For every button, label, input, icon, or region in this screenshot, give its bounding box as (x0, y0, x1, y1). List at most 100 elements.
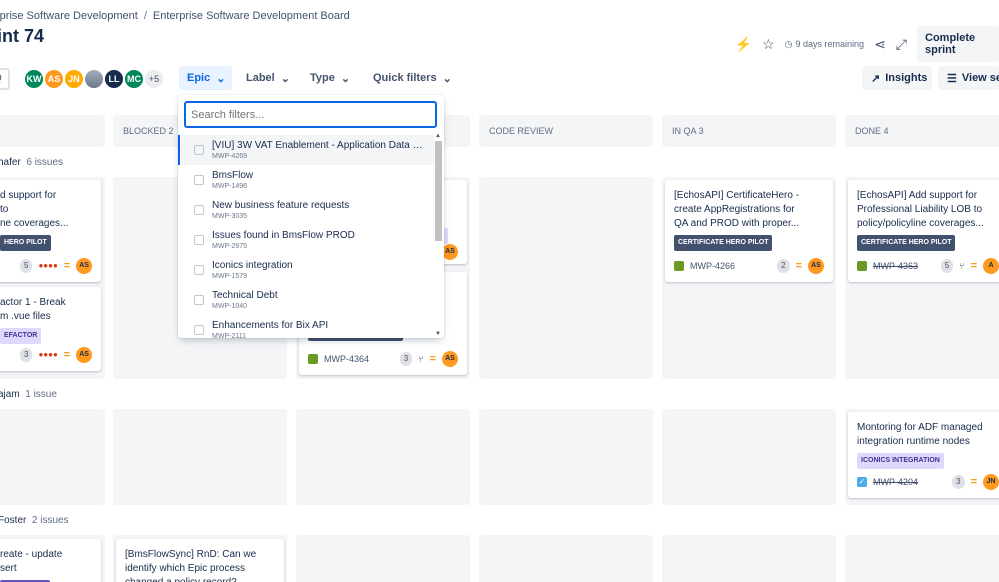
chevron-down-icon: ⌄ (216, 72, 226, 85)
story-icon (857, 261, 867, 271)
scroll-down-icon[interactable]: ▼ (435, 331, 441, 337)
task-icon: ✓ (857, 477, 867, 487)
lightning-icon[interactable]: ⚡ (735, 36, 752, 53)
type-filter[interactable]: Type ⌄ (302, 66, 358, 90)
board-cell (296, 409, 470, 505)
complete-sprint-button[interactable]: Complete sprint (917, 26, 999, 62)
avatar[interactable]: KW (23, 68, 45, 90)
card-title: d support for to ne coverages... (0, 190, 69, 229)
epic-option-key: MWP-1040 (212, 303, 248, 310)
view-settings-button[interactable]: ☰ View set (938, 66, 999, 90)
issue-card[interactable]: Montoring for ADF managed integration ru… (848, 412, 999, 498)
issue-card[interactable]: reate - update sert (0, 539, 101, 582)
epic-option-key: MWP-1579 (212, 273, 248, 280)
epic-tag: ICONICS INTEGRATION (857, 453, 944, 469)
epic-option-text: BmsFlow MWP-1496 (212, 169, 253, 191)
column-header-in-qa: IN QA 3 (662, 115, 836, 147)
epic-option-name: New business feature requests (212, 200, 350, 211)
checkbox[interactable] (194, 325, 204, 335)
checkbox[interactable] (194, 235, 204, 245)
avatar[interactable]: JN (983, 474, 999, 490)
star-icon[interactable]: ☆ (762, 36, 775, 53)
issue-card[interactable]: d support for to ne coverages... HERO PI… (0, 180, 101, 282)
epic-option-name: Technical Debt (212, 290, 278, 301)
search-filters-input[interactable] (184, 101, 437, 128)
story-points: 2 (777, 259, 790, 273)
clock-icon: ◷ (784, 38, 793, 49)
priority-dots-icon: ●●●● (38, 350, 58, 359)
epic-option-key: MWP-2975 (212, 243, 248, 250)
issue-card[interactable]: [EchosAPI] CertificateHero - create AppR… (665, 180, 833, 282)
issue-key[interactable]: MWP-4363 (873, 259, 918, 273)
story-points: 3 (20, 348, 33, 362)
priority-medium-icon: = (795, 260, 802, 272)
view-settings-label: View set (961, 72, 999, 84)
avatar[interactable]: LL (103, 68, 125, 90)
avatar[interactable]: AS (442, 351, 458, 367)
avatar[interactable] (83, 68, 105, 90)
breadcrumb: rprise Software Development / Enterprise S… (0, 10, 350, 22)
issue-key[interactable]: MWP-4364 (324, 352, 369, 366)
issue-card[interactable]: [BmsFlowSync] RnD: Can we identify which… (116, 539, 284, 582)
avatar[interactable]: A (983, 258, 999, 274)
days-remaining-text: 9 days remaining (795, 39, 865, 49)
board-cell (662, 409, 836, 505)
share-icon[interactable]: ⋖ (874, 36, 886, 53)
epic-option-text: Enhancements for Bix API MWP-2111 (212, 319, 328, 338)
epic-tag: HERO PILOT (0, 235, 51, 251)
more-avatars-button[interactable]: +5 (143, 68, 165, 90)
epic-tag: CERTIFICATE HERO PILOT (857, 235, 956, 251)
fullscreen-icon[interactable]: ⤢ (896, 36, 907, 53)
checkbox[interactable] (194, 175, 204, 185)
quick-filters[interactable]: Quick filters ⌄ (365, 66, 460, 90)
priority-medium-icon: = (63, 349, 71, 361)
avatar[interactable]: AS (808, 258, 824, 274)
swimlane-assignee: Foster (0, 515, 27, 526)
swimlane-header[interactable]: hafer 6 issues (0, 157, 63, 168)
sliders-icon: ☰ (947, 72, 957, 85)
epic-tag: EFACTOR (0, 328, 42, 344)
epic-option[interactable]: New business feature requests MWP-3035 (178, 195, 434, 225)
priority-medium-icon: = (429, 353, 436, 365)
epic-option-text: Issues found in BmsFlow PROD MWP-2975 (212, 229, 355, 251)
epic-option-name: Iconics integration (212, 260, 293, 271)
breadcrumb-board[interactable]: Enterprise Software Development Board (153, 10, 350, 22)
epic-option[interactable]: Enhancements for Bix API MWP-2111 (178, 315, 434, 338)
story-points: 3 (952, 475, 965, 489)
scrollbar[interactable]: ▲ ▼ (434, 133, 442, 337)
card-title: actor 1 - Break m .vue files (0, 297, 66, 322)
avatar[interactable]: MC (123, 68, 145, 90)
search-icon[interactable]: Q (0, 68, 10, 90)
issue-key[interactable]: MWP-4204 (873, 475, 918, 489)
checkbox[interactable] (194, 145, 204, 155)
scroll-up-icon[interactable]: ▲ (435, 133, 441, 139)
breadcrumb-project[interactable]: rprise Software Development (0, 10, 138, 22)
epic-option[interactable]: Technical Debt MWP-1040 (178, 285, 434, 315)
insights-button[interactable]: ↗ Insights (862, 66, 932, 90)
avatar[interactable]: AS (76, 258, 92, 274)
epic-option[interactable]: BmsFlow MWP-1496 (178, 165, 434, 195)
epic-option-text: New business feature requests MWP-3035 (212, 199, 349, 221)
label-filter[interactable]: Label ⌄ (238, 66, 298, 90)
board-cell (479, 535, 653, 582)
avatar[interactable]: AS (442, 244, 458, 260)
issue-key[interactable]: MWP-4266 (690, 259, 735, 273)
card-title: reate - update sert (0, 549, 63, 574)
swimlane-header[interactable]: Foster 2 issues (0, 515, 69, 526)
issue-card[interactable]: [EchosAPI] Add support for Professional … (848, 180, 999, 282)
avatar[interactable]: JN (63, 68, 85, 90)
epic-option[interactable]: Issues found in BmsFlow PROD MWP-2975 (178, 225, 434, 255)
epic-filter[interactable]: Epic ⌄ (179, 66, 232, 90)
epic-option-text: Iconics integration MWP-1579 (212, 259, 293, 281)
epic-option[interactable]: Iconics integration MWP-1579 (178, 255, 434, 285)
epic-option[interactable]: [VIU] 3W VAT Enablement - Application Da… (178, 135, 434, 165)
avatar[interactable]: AS (76, 347, 92, 363)
checkbox[interactable] (194, 205, 204, 215)
scrollbar-thumb[interactable] (435, 141, 442, 241)
checkbox[interactable] (194, 295, 204, 305)
page-title: int 74 (0, 26, 45, 46)
avatar[interactable]: AS (43, 68, 65, 90)
checkbox[interactable] (194, 265, 204, 275)
swimlane-header[interactable]: ajam 1 issue (0, 389, 57, 400)
issue-card[interactable]: actor 1 - Break m .vue files EFACTOR 3 ●●… (0, 287, 101, 371)
